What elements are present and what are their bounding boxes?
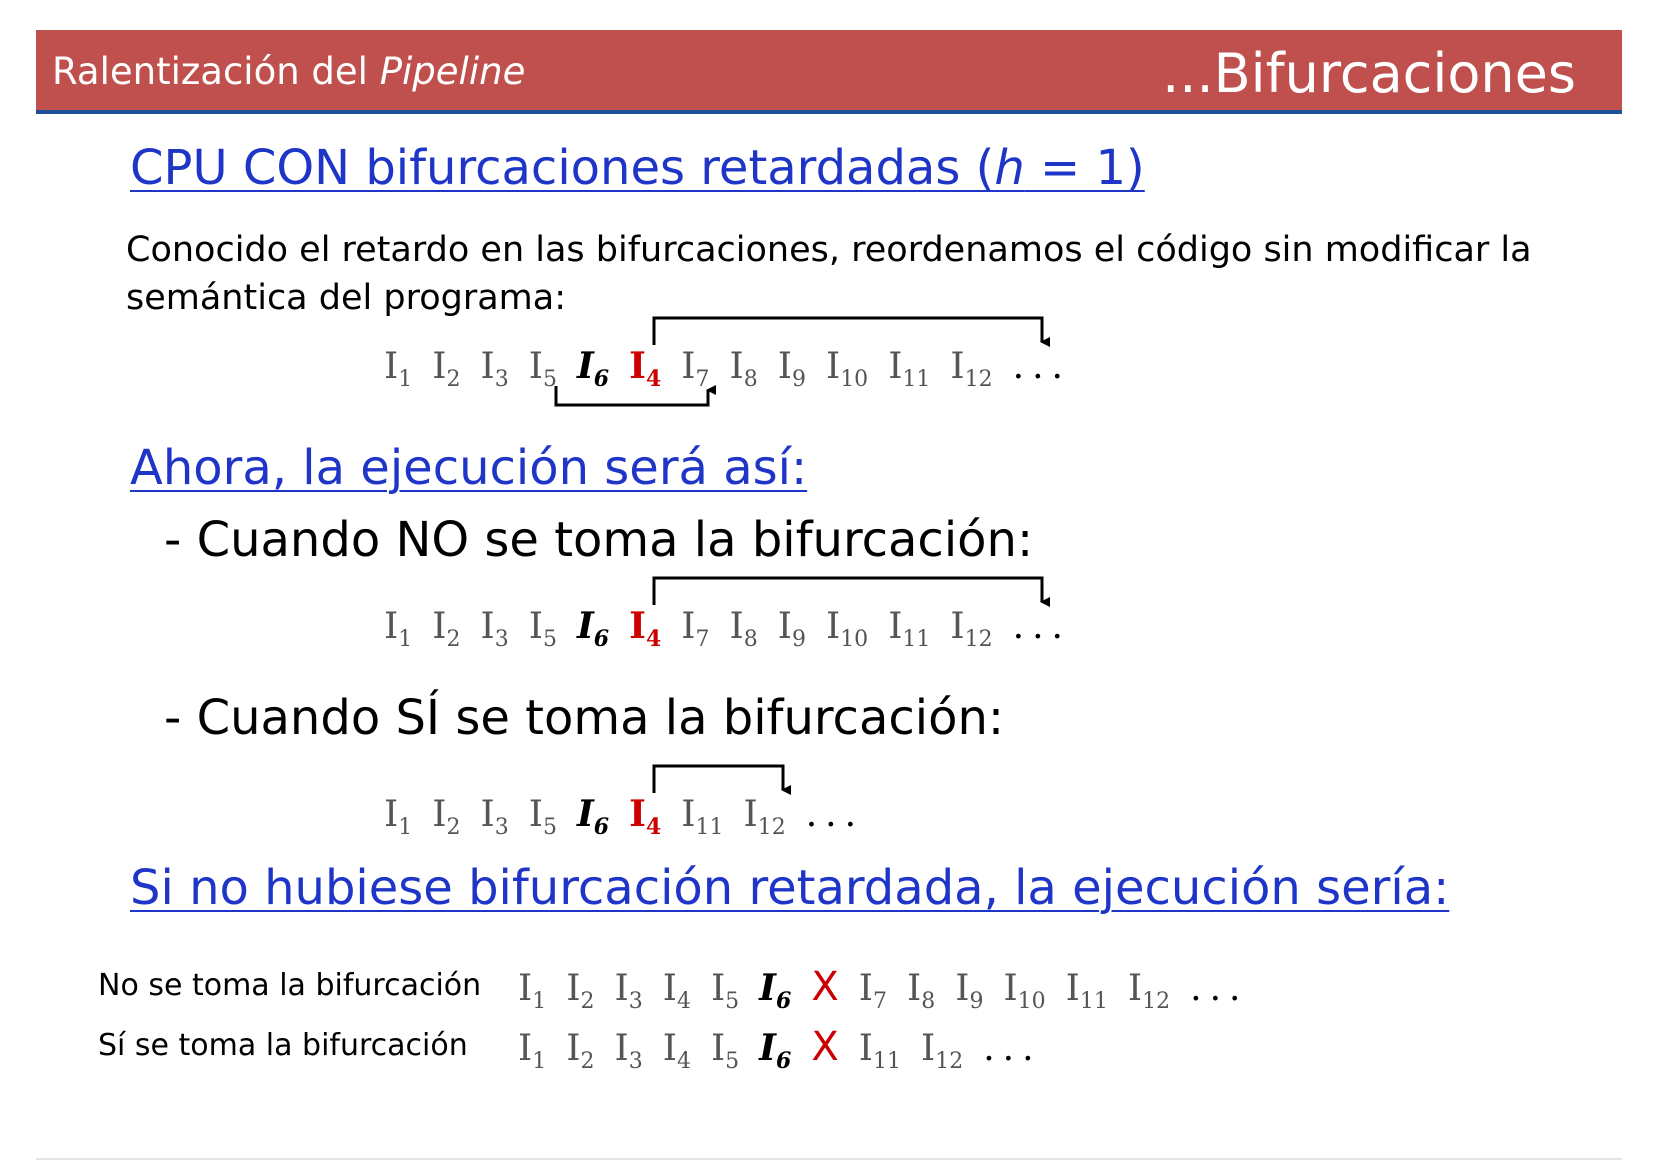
branch-arrow-reordered [652,316,1050,347]
arrows-overlay [554,316,1050,795]
branch-arrow-taken [652,764,791,795]
move-arrow-reordered [554,385,716,407]
branch-arrow-not-taken [652,576,1050,607]
footer-rule [36,1158,1622,1160]
